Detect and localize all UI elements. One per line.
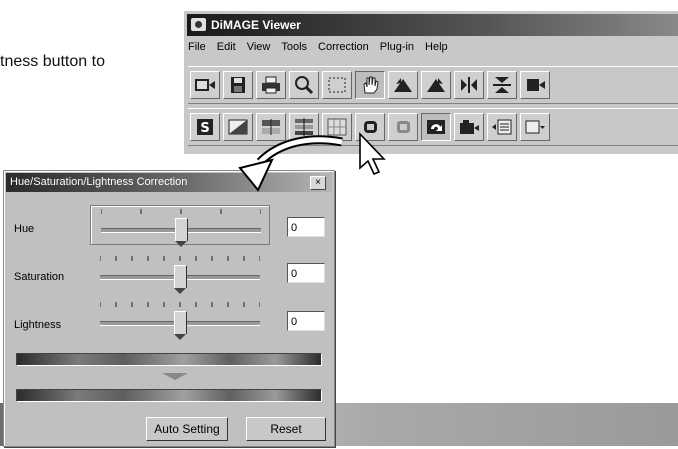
hand-icon <box>363 76 379 94</box>
menu-tools[interactable]: Tools <box>281 41 307 59</box>
manual-text-fragment: tness button to <box>0 53 105 70</box>
hand-tool-button[interactable] <box>355 71 385 99</box>
save-icon <box>231 77 245 93</box>
open-image-icon <box>195 79 215 91</box>
hue-saturation-lightness-dialog: Hue/Saturation/Lightness Correction × Hu… <box>3 170 335 447</box>
export-icon <box>492 119 512 135</box>
lightness-slider-thumb[interactable] <box>174 311 187 340</box>
magnifier-icon <box>295 76 314 95</box>
saturation-label: Saturation <box>14 271 65 283</box>
rotate-right-button[interactable] <box>421 71 451 99</box>
more-options-button[interactable] <box>520 113 550 141</box>
original-icon <box>427 120 445 134</box>
snapshot-icon <box>460 120 479 134</box>
main-toolbar <box>188 66 678 104</box>
toolbar-overflow-button[interactable] <box>520 71 550 99</box>
export-button[interactable] <box>487 113 517 141</box>
variations-button[interactable]: S <box>190 113 220 141</box>
menu-edit[interactable]: Edit <box>217 41 236 59</box>
viewer-title-bar: DiMAGE Viewer <box>187 14 678 36</box>
rotate-right-icon <box>427 78 445 92</box>
rotate-left-icon <box>394 78 412 92</box>
print-button[interactable] <box>256 71 286 99</box>
menu-correction[interactable]: Correction <box>318 41 369 59</box>
mouse-pointer-icon <box>359 132 386 176</box>
select-button[interactable] <box>322 71 352 99</box>
hue-slider-thumb[interactable] <box>175 218 188 247</box>
saturation-slider-thumb[interactable] <box>174 265 187 294</box>
reset-button[interactable]: Reset <box>246 417 326 441</box>
svg-text:S: S <box>200 121 209 136</box>
lightness-label: Lightness <box>14 319 62 331</box>
flip-vertical-icon <box>493 77 511 93</box>
lightness-slider-ticks <box>100 302 260 307</box>
hue-value-field[interactable]: 0 <box>287 217 325 237</box>
hue-label: Hue <box>14 223 35 235</box>
original-color-bar <box>16 353 322 366</box>
app-icon <box>191 18 206 31</box>
selection-rectangle-icon <box>328 77 346 93</box>
zoom-button[interactable] <box>289 71 319 99</box>
flip-horizontal-icon <box>461 77 477 93</box>
flip-horizontal-button[interactable] <box>454 71 484 99</box>
menu-plugin[interactable]: Plug-in <box>380 41 414 59</box>
saturation-slider-ticks <box>100 256 260 261</box>
lightness-slider[interactable] <box>90 299 270 340</box>
menu-help[interactable]: Help <box>425 41 448 59</box>
auto-setting-button[interactable]: Auto Setting <box>146 417 228 441</box>
overflow-icon <box>527 79 545 91</box>
viewer-title: DiMAGE Viewer <box>211 18 301 32</box>
print-icon <box>262 76 280 94</box>
saturation-slider[interactable] <box>90 253 270 294</box>
down-arrow-icon <box>162 373 188 380</box>
open-image-button[interactable] <box>190 71 220 99</box>
adjusted-color-bar <box>16 389 322 402</box>
rotate-left-button[interactable] <box>388 71 418 99</box>
saturation-value-field[interactable]: 0 <box>287 263 325 283</box>
menu-view[interactable]: View <box>247 41 271 59</box>
lightness-value-field[interactable]: 0 <box>287 311 325 331</box>
snapshot-button[interactable] <box>454 113 484 141</box>
hue-slider[interactable] <box>90 205 270 247</box>
menu-file[interactable]: File <box>188 41 206 59</box>
menu-bar: File Edit View Tools Correction Plug-in … <box>188 41 448 59</box>
save-button[interactable] <box>223 71 253 99</box>
original-button[interactable] <box>421 113 451 141</box>
dialog-title: Hue/Saturation/Lightness Correction <box>10 176 188 188</box>
flip-vertical-button[interactable] <box>487 71 517 99</box>
curved-callout-arrow-icon <box>238 132 386 192</box>
more-icon <box>525 120 545 134</box>
variations-icon: S <box>197 119 213 136</box>
hue-slider-ticks <box>101 209 261 214</box>
